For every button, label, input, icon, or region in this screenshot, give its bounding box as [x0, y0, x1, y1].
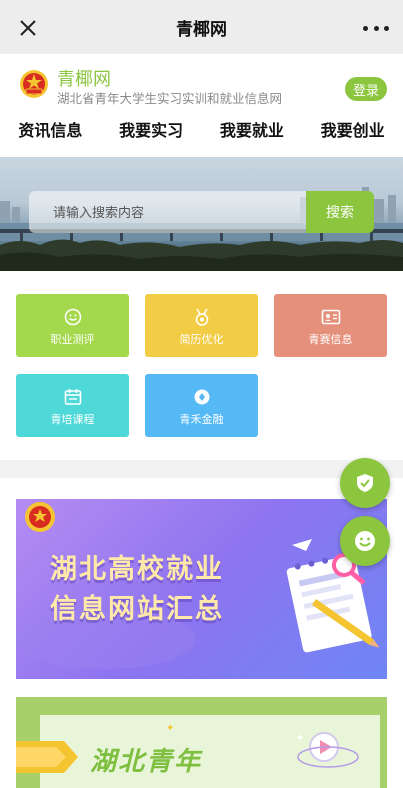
city-banner: 搜索 — [0, 157, 403, 271]
smiley-face-icon — [355, 531, 375, 551]
coin-icon — [194, 389, 209, 405]
promo-banner-hubei-youth[interactable]: ✦ ✦ 湖北青年 — [16, 697, 387, 788]
promo-title-line2: 信息网站汇总 — [50, 594, 224, 625]
search-input[interactable] — [29, 191, 306, 233]
tile-label: 简历优化 — [179, 334, 224, 346]
brand-subtitle: 湖北省青年大学生实习实训和就业信息网 — [57, 92, 283, 106]
close-icon[interactable] — [14, 14, 42, 42]
calendar-icon — [64, 389, 81, 405]
youth-league-logo-icon — [20, 70, 48, 98]
svg-text:✦: ✦ — [166, 723, 174, 734]
search-button[interactable]: 搜索 — [306, 191, 374, 233]
tile-label: 青培课程 — [50, 414, 95, 426]
shield-check-icon — [357, 474, 373, 492]
tile-label: 青禾金融 — [179, 414, 224, 426]
nav-item-internship[interactable]: 我要实习 — [101, 116, 202, 152]
medal-icon — [195, 308, 208, 326]
more-options-icon[interactable] — [363, 18, 389, 38]
page: 青椰网 青椰网 湖北省青年大学生实习实训和就业信息网 登录 资讯信息 我要实习 … — [0, 0, 403, 788]
promo-title-line1: 湖北高校就业 — [50, 554, 224, 585]
top-bar: 青椰网 — [0, 0, 403, 54]
tile-label: 青赛信息 — [308, 334, 353, 346]
svg-text:✦: ✦ — [296, 733, 304, 744]
nav-item-startup[interactable]: 我要创业 — [302, 116, 403, 152]
tile-label: 职业测评 — [50, 334, 95, 346]
brand-header: 青椰网 湖北省青年大学生实习实训和就业信息网 登录 — [0, 54, 403, 116]
tile-competition-info[interactable]: 青赛信息 — [274, 294, 387, 357]
search-bar: 搜索 — [29, 191, 374, 233]
login-button[interactable]: 登录 — [345, 77, 387, 101]
nav-item-news[interactable]: 资讯信息 — [0, 116, 101, 152]
promo-title: 湖北青年 — [90, 747, 203, 777]
nav-item-employment[interactable]: 我要就业 — [202, 116, 303, 152]
assistant-button[interactable] — [340, 516, 390, 566]
tile-career-assessment[interactable]: 职业测评 — [16, 294, 129, 357]
promo-banner-employment-sites[interactable]: 湖北高校就业 信息网站汇总 — [16, 499, 387, 679]
tile-training-courses[interactable]: 青培课程 — [16, 374, 129, 437]
tile-resume-optimization[interactable]: 简历优化 — [145, 294, 258, 357]
id-card-icon — [321, 309, 340, 325]
tile-finance[interactable]: 青禾金融 — [145, 374, 258, 437]
main-nav: 资讯信息 我要实习 我要就业 我要创业 — [0, 116, 403, 152]
page-title: 青椰网 — [176, 19, 227, 40]
smiley-icon — [64, 308, 81, 326]
shield-check-button[interactable] — [340, 458, 390, 508]
